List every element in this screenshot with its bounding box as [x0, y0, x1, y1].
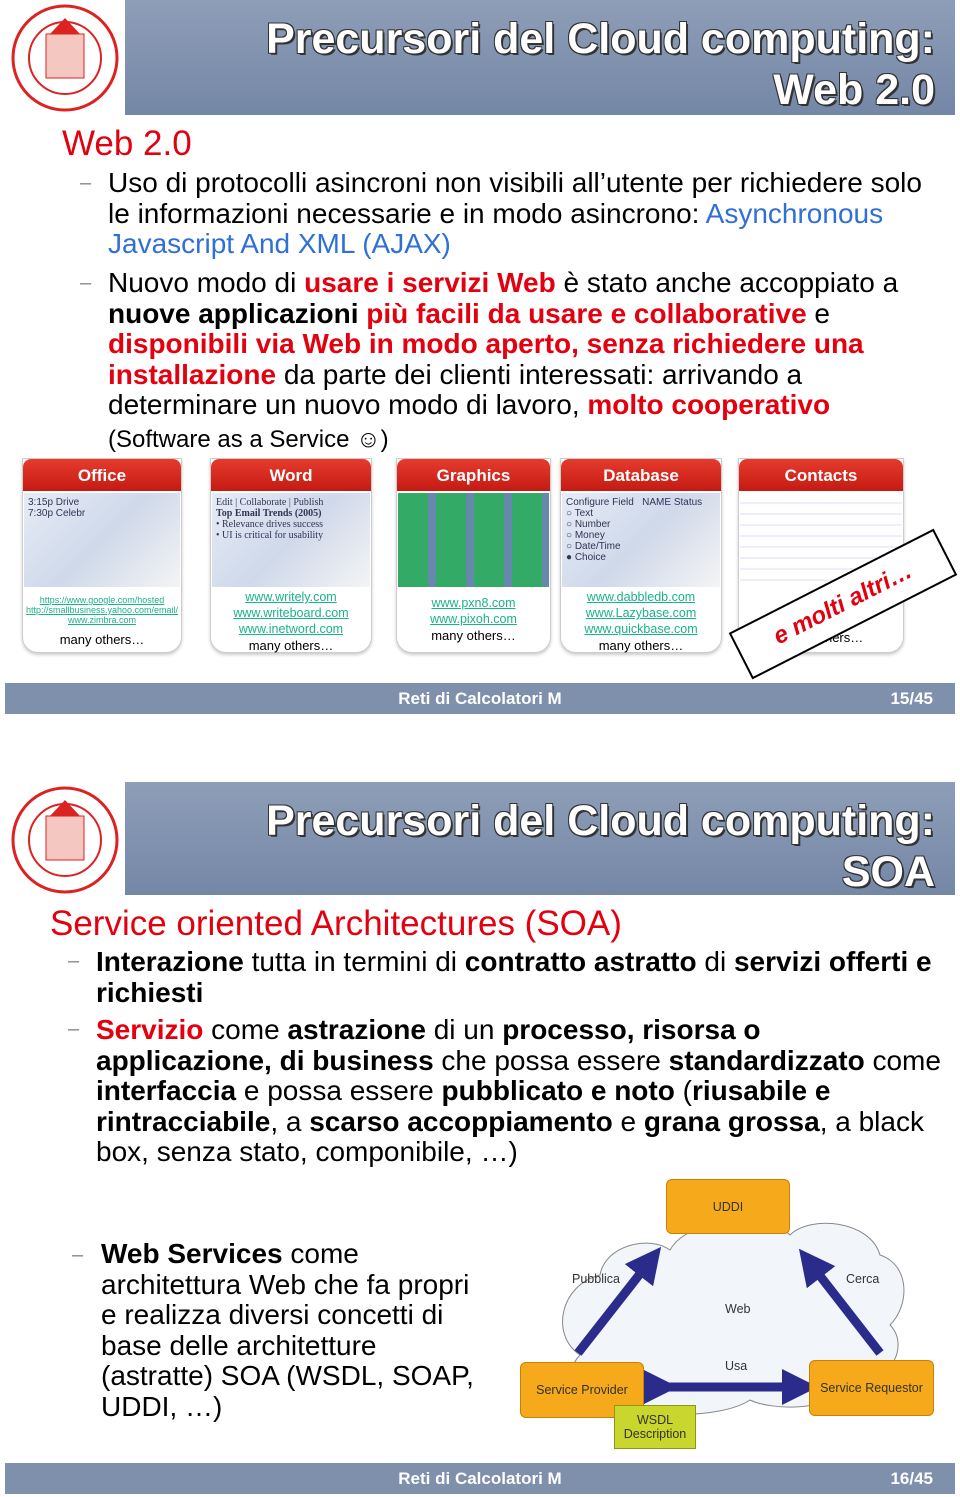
link[interactable]: www.quickbase.com: [561, 621, 721, 637]
bullet-dash: –: [68, 1018, 80, 1040]
slide-footer: Reti di Calcolatori M 16/45: [5, 1463, 955, 1494]
bullet-webservices: Web Services come architettura Web che f…: [101, 1238, 474, 1422]
bullet-dash: –: [68, 950, 80, 972]
slide-footer: Reti di Calcolatori M 15/45: [5, 683, 955, 714]
bullet-dash: –: [80, 272, 92, 294]
section-heading: Service oriented Architectures (SOA): [50, 904, 622, 943]
link[interactable]: www.inetword.com: [211, 621, 371, 637]
slide-header: Precursori del Cloud computing: Web 2.0: [125, 0, 955, 115]
link[interactable]: www.zimbra.com: [23, 615, 181, 625]
link[interactable]: https://www.google.com/hosted: [23, 595, 181, 605]
many-others: many others…: [431, 628, 516, 643]
many-others: many others…: [598, 638, 684, 653]
soa-diagram: UDDI Service Provider Service Requestor …: [510, 1175, 950, 1455]
link[interactable]: http://smallbusiness.yahoo.com/email/: [23, 605, 181, 615]
app-card-database: Database Configure Field NAME Status ○ Tex…: [560, 458, 722, 653]
many-others: many others…: [59, 632, 145, 647]
link[interactable]: www.writeboard.com: [211, 605, 371, 621]
bullet-ajax: Uso di protocolli asincroni non visibili…: [108, 167, 922, 259]
link[interactable]: www.dabbledb.com: [561, 589, 721, 605]
page-number: 15/45: [890, 689, 933, 708]
slide-15: Precursori del Cloud computing: Web 2.0 W…: [0, 0, 960, 715]
app-card-office: Office 3:15p Drive 7:30p Celebr https://www…: [22, 458, 182, 653]
publish-label: Pubblica: [572, 1272, 620, 1286]
many-others: many others…: [248, 638, 334, 653]
section-heading: Web 2.0: [62, 124, 192, 163]
link[interactable]: www.pxn8.com: [397, 595, 550, 611]
bullet-interaction: Interazione tutta in termini di contratt…: [96, 946, 932, 1008]
bullet-dash: –: [72, 1244, 84, 1266]
university-seal-logo: [11, 786, 119, 894]
university-seal-logo: [11, 4, 119, 112]
uddi-box: UDDI: [666, 1179, 790, 1234]
web-label: Web: [725, 1302, 751, 1316]
use-label: Usa: [725, 1359, 748, 1373]
link[interactable]: www.writely.com: [211, 589, 371, 605]
bullet-saas: Nuovo modo di usare i servizi Web è stat…: [108, 267, 899, 453]
service-requestor-box: Service Requestor: [809, 1360, 934, 1416]
slide-title: Precursori del Cloud computing: Web 2.0: [266, 15, 935, 114]
link[interactable]: www.Lazybase.com: [561, 605, 721, 621]
page-number: 16/45: [890, 1469, 933, 1488]
wsdl-description-box: WSDL Description: [614, 1405, 696, 1449]
app-card-graphics: Graphics www.pxn8.com www.pixoh.com many ot…: [396, 458, 551, 653]
bullet-dash: –: [80, 172, 92, 194]
bullet-service: Servizio come astrazione di un processo,…: [96, 1014, 941, 1167]
slide-header: Precursori del Cloud computing: SOA: [125, 782, 955, 896]
app-card-word: Word Edit | Collaborate | Publish Top Emai…: [210, 458, 372, 653]
slide-title: Precursori del Cloud computing: SOA: [266, 797, 935, 896]
link[interactable]: www.pixoh.com: [397, 611, 550, 627]
search-label: Cerca: [846, 1272, 880, 1286]
